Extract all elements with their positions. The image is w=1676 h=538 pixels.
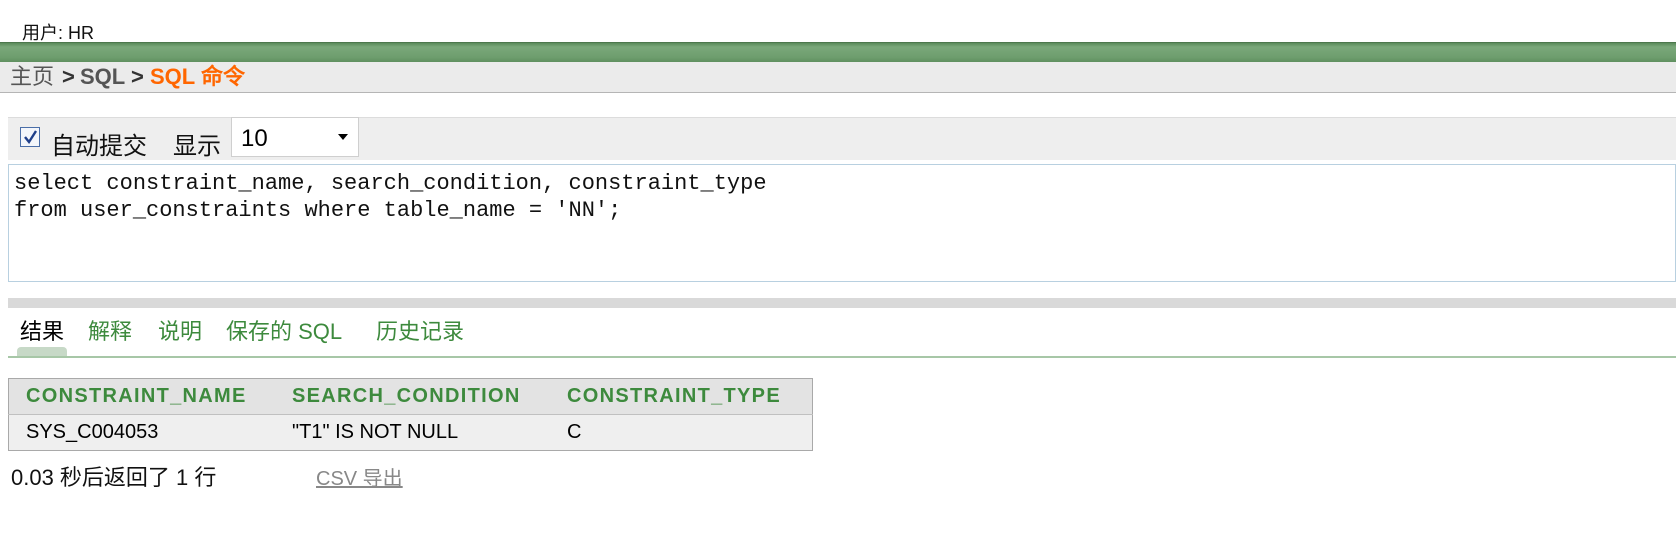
breadcrumb-home[interactable]: 主页 xyxy=(10,62,54,92)
tab-describe[interactable]: 说明 xyxy=(158,314,202,346)
tab-divider xyxy=(8,356,1676,358)
table-row: SYS_C004053 "T1" IS NOT NULL C xyxy=(8,414,813,451)
tab-saved-sql[interactable]: 保存的 SQL xyxy=(226,314,342,346)
header-band xyxy=(0,42,1676,63)
tab-results[interactable]: 结果 xyxy=(20,314,64,346)
active-tab-indicator xyxy=(17,347,67,356)
chevron-down-icon xyxy=(338,134,348,140)
display-label: 显示 xyxy=(173,133,221,160)
pane-splitter[interactable] xyxy=(8,298,1676,308)
table-cell: C xyxy=(550,414,813,451)
column-header: CONSTRAINT_TYPE xyxy=(550,378,813,415)
column-header: CONSTRAINT_NAME xyxy=(8,378,275,415)
breadcrumb: 主页 > SQL > SQL 命令 xyxy=(0,62,1676,93)
tab-explain[interactable]: 解释 xyxy=(88,314,132,346)
sql-toolbar: 自动提交 显示 10 xyxy=(8,117,1676,160)
checkmark-icon xyxy=(24,130,38,145)
sql-line: from user_constraints where table_name =… xyxy=(14,198,622,223)
results-table: CONSTRAINT_NAME SEARCH_CONDITION CONSTRA… xyxy=(8,378,813,451)
autocommit-checkbox[interactable] xyxy=(20,127,40,147)
csv-export-link[interactable]: CSV 导出 xyxy=(316,462,403,491)
sql-editor[interactable]: select constraint_name, search_condition… xyxy=(8,164,1676,282)
table-cell: SYS_C004053 xyxy=(8,414,275,451)
breadcrumb-separator: > xyxy=(131,64,144,89)
table-cell: "T1" IS NOT NULL xyxy=(275,414,550,451)
display-rows-value: 10 xyxy=(241,125,268,152)
table-header-row: CONSTRAINT_NAME SEARCH_CONDITION CONSTRA… xyxy=(8,378,813,415)
breadcrumb-separator: > xyxy=(62,64,75,89)
breadcrumb-sql[interactable]: SQL xyxy=(80,62,125,92)
tab-history[interactable]: 历史记录 xyxy=(376,314,464,346)
column-header: SEARCH_CONDITION xyxy=(275,378,550,415)
result-tabs: 结果 解释 说明 保存的 SQL 历史记录 xyxy=(8,312,1676,358)
breadcrumb-current: SQL 命令 xyxy=(150,64,245,89)
top-header: 用户: HR xyxy=(0,0,1676,43)
result-summary: 0.03 秒后返回了 1 行 xyxy=(11,465,217,490)
display-rows-select[interactable]: 10 xyxy=(231,117,359,157)
autocommit-label: 自动提交 xyxy=(51,133,147,160)
sql-line: select constraint_name, search_condition… xyxy=(14,171,767,196)
